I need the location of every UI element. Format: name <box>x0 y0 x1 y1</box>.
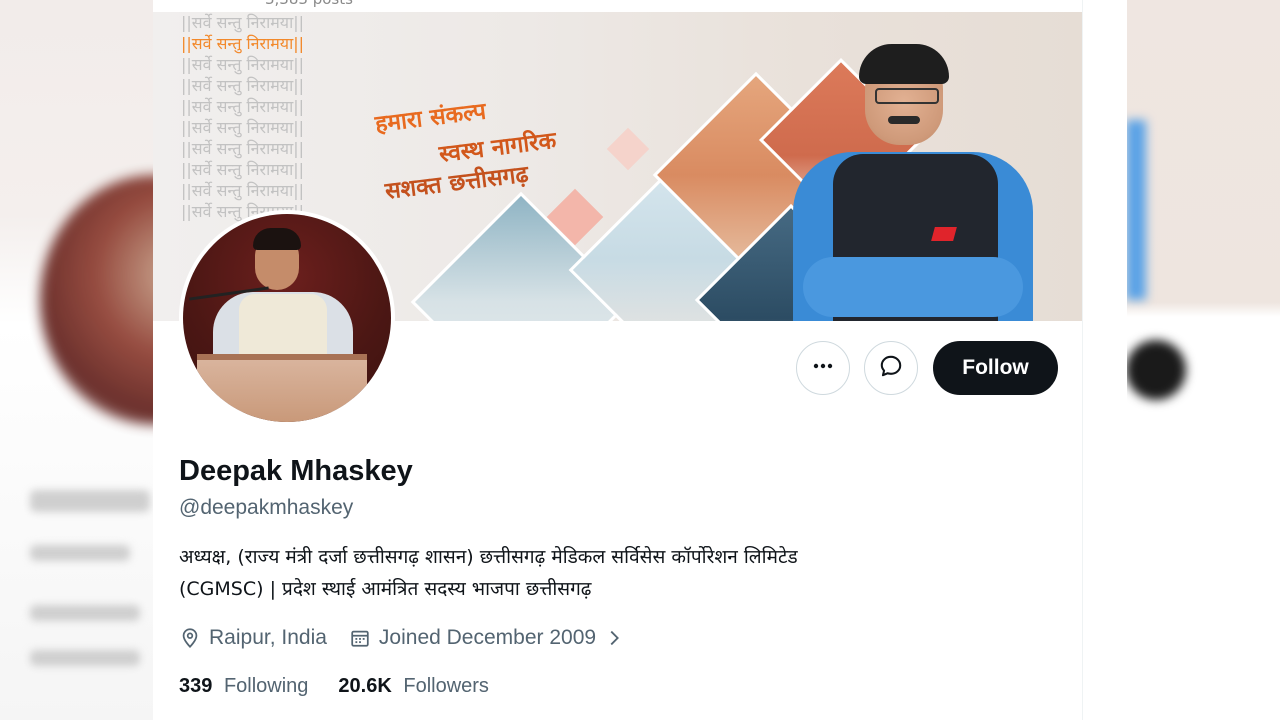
profile-handle: @deepakmhaskey <box>179 496 354 519</box>
banner-mantra: ||सर्वे सन्तु निरामया|| <box>181 181 305 200</box>
more-options-button[interactable] <box>796 341 850 395</box>
blurred-avatar <box>40 175 153 425</box>
blurred-handle <box>30 545 130 561</box>
posts-count: 3,383 posts <box>265 0 353 8</box>
profile-bio: अध्यक्ष, (राज्य मंत्री दर्जा छत्तीसगढ़ श… <box>179 541 1009 605</box>
profile-name: Deepak Mhaskey <box>179 455 413 487</box>
chevron-right-icon <box>604 627 626 649</box>
banner-mantra: ||सर्वे सन्तु निरामया|| <box>181 13 305 32</box>
banner-mantra-highlight: ||सर्वे सन्तु निरामया|| <box>181 34 305 53</box>
followers-count: 20.6K <box>338 675 392 697</box>
location-item: Raipur, India <box>179 626 327 650</box>
portrait-folded-arms <box>803 257 1023 317</box>
blurred-name <box>30 490 150 512</box>
bio-line: अध्यक्ष, (राज्य मंत्री दर्जा छत्तीसगढ़ श… <box>179 546 798 568</box>
blurred-follow-button <box>1126 340 1186 400</box>
profile-meta: Raipur, India Joined December 2009 <box>179 623 648 653</box>
portrait-moustache <box>888 116 920 124</box>
following-count: 339 <box>179 675 213 697</box>
following-label: Following <box>223 675 309 697</box>
blurred-background-right <box>1126 0 1280 720</box>
banner-mantra: ||सर्वे सन्तु निरामया|| <box>181 97 305 116</box>
banner-mantra: ||सर्वे सन्तु निरामया|| <box>181 118 305 137</box>
portrait-hair <box>859 44 949 84</box>
banner-mantra-column: ||सर्वे सन्तु निरामया|| ||सर्वे सन्तु नि… <box>181 12 381 222</box>
joined-item[interactable]: Joined December 2009 <box>349 626 626 650</box>
message-icon <box>878 353 904 383</box>
blurred-bio <box>30 605 140 621</box>
banner-mantra: ||सर्वे सन्तु निरामया|| <box>181 160 305 179</box>
blurred-shirt <box>1126 120 1146 300</box>
banner-portrait <box>793 42 1033 321</box>
message-button[interactable] <box>864 341 918 395</box>
banner-accent-square <box>606 127 650 171</box>
followers-link[interactable]: 20.6K Followers <box>338 675 489 698</box>
banner-mantra: ||सर्वे सन्तु निरामया|| <box>181 139 305 158</box>
location-text: Raipur, India <box>209 626 327 649</box>
banner-mantra: ||सर्वे सन्तु निरामया|| <box>181 55 305 74</box>
calendar-icon <box>349 627 371 649</box>
panel-gutter <box>1082 0 1127 720</box>
location-pin-icon <box>179 627 201 649</box>
avatar-hair <box>253 228 301 250</box>
joined-text: Joined December 2009 <box>378 626 597 649</box>
avatar-photo <box>183 214 391 422</box>
blurred-bio-2 <box>30 650 140 666</box>
followers-label: Followers <box>403 675 489 697</box>
blurred-background-left <box>0 0 153 720</box>
more-horizontal-icon <box>811 354 835 382</box>
following-link[interactable]: 339 Following <box>179 675 308 698</box>
profile-avatar[interactable] <box>179 210 395 426</box>
avatar-podium <box>197 354 367 422</box>
banner-mantra: ||सर्वे सन्तु निरामया|| <box>181 76 305 95</box>
portrait-glasses <box>875 88 939 104</box>
follow-button[interactable]: Follow <box>933 341 1058 395</box>
profile-stats: 339 Following 20.6K Followers <box>179 675 519 698</box>
portrait-pocket-square <box>931 227 957 241</box>
bio-line: (CGMSC) | प्रदेश स्थाई आमंत्रित सदस्य भा… <box>179 578 592 600</box>
screenshot-root: 3,383 posts ||सर्वे सन्तु निरामया|| ||सर… <box>0 0 1280 720</box>
